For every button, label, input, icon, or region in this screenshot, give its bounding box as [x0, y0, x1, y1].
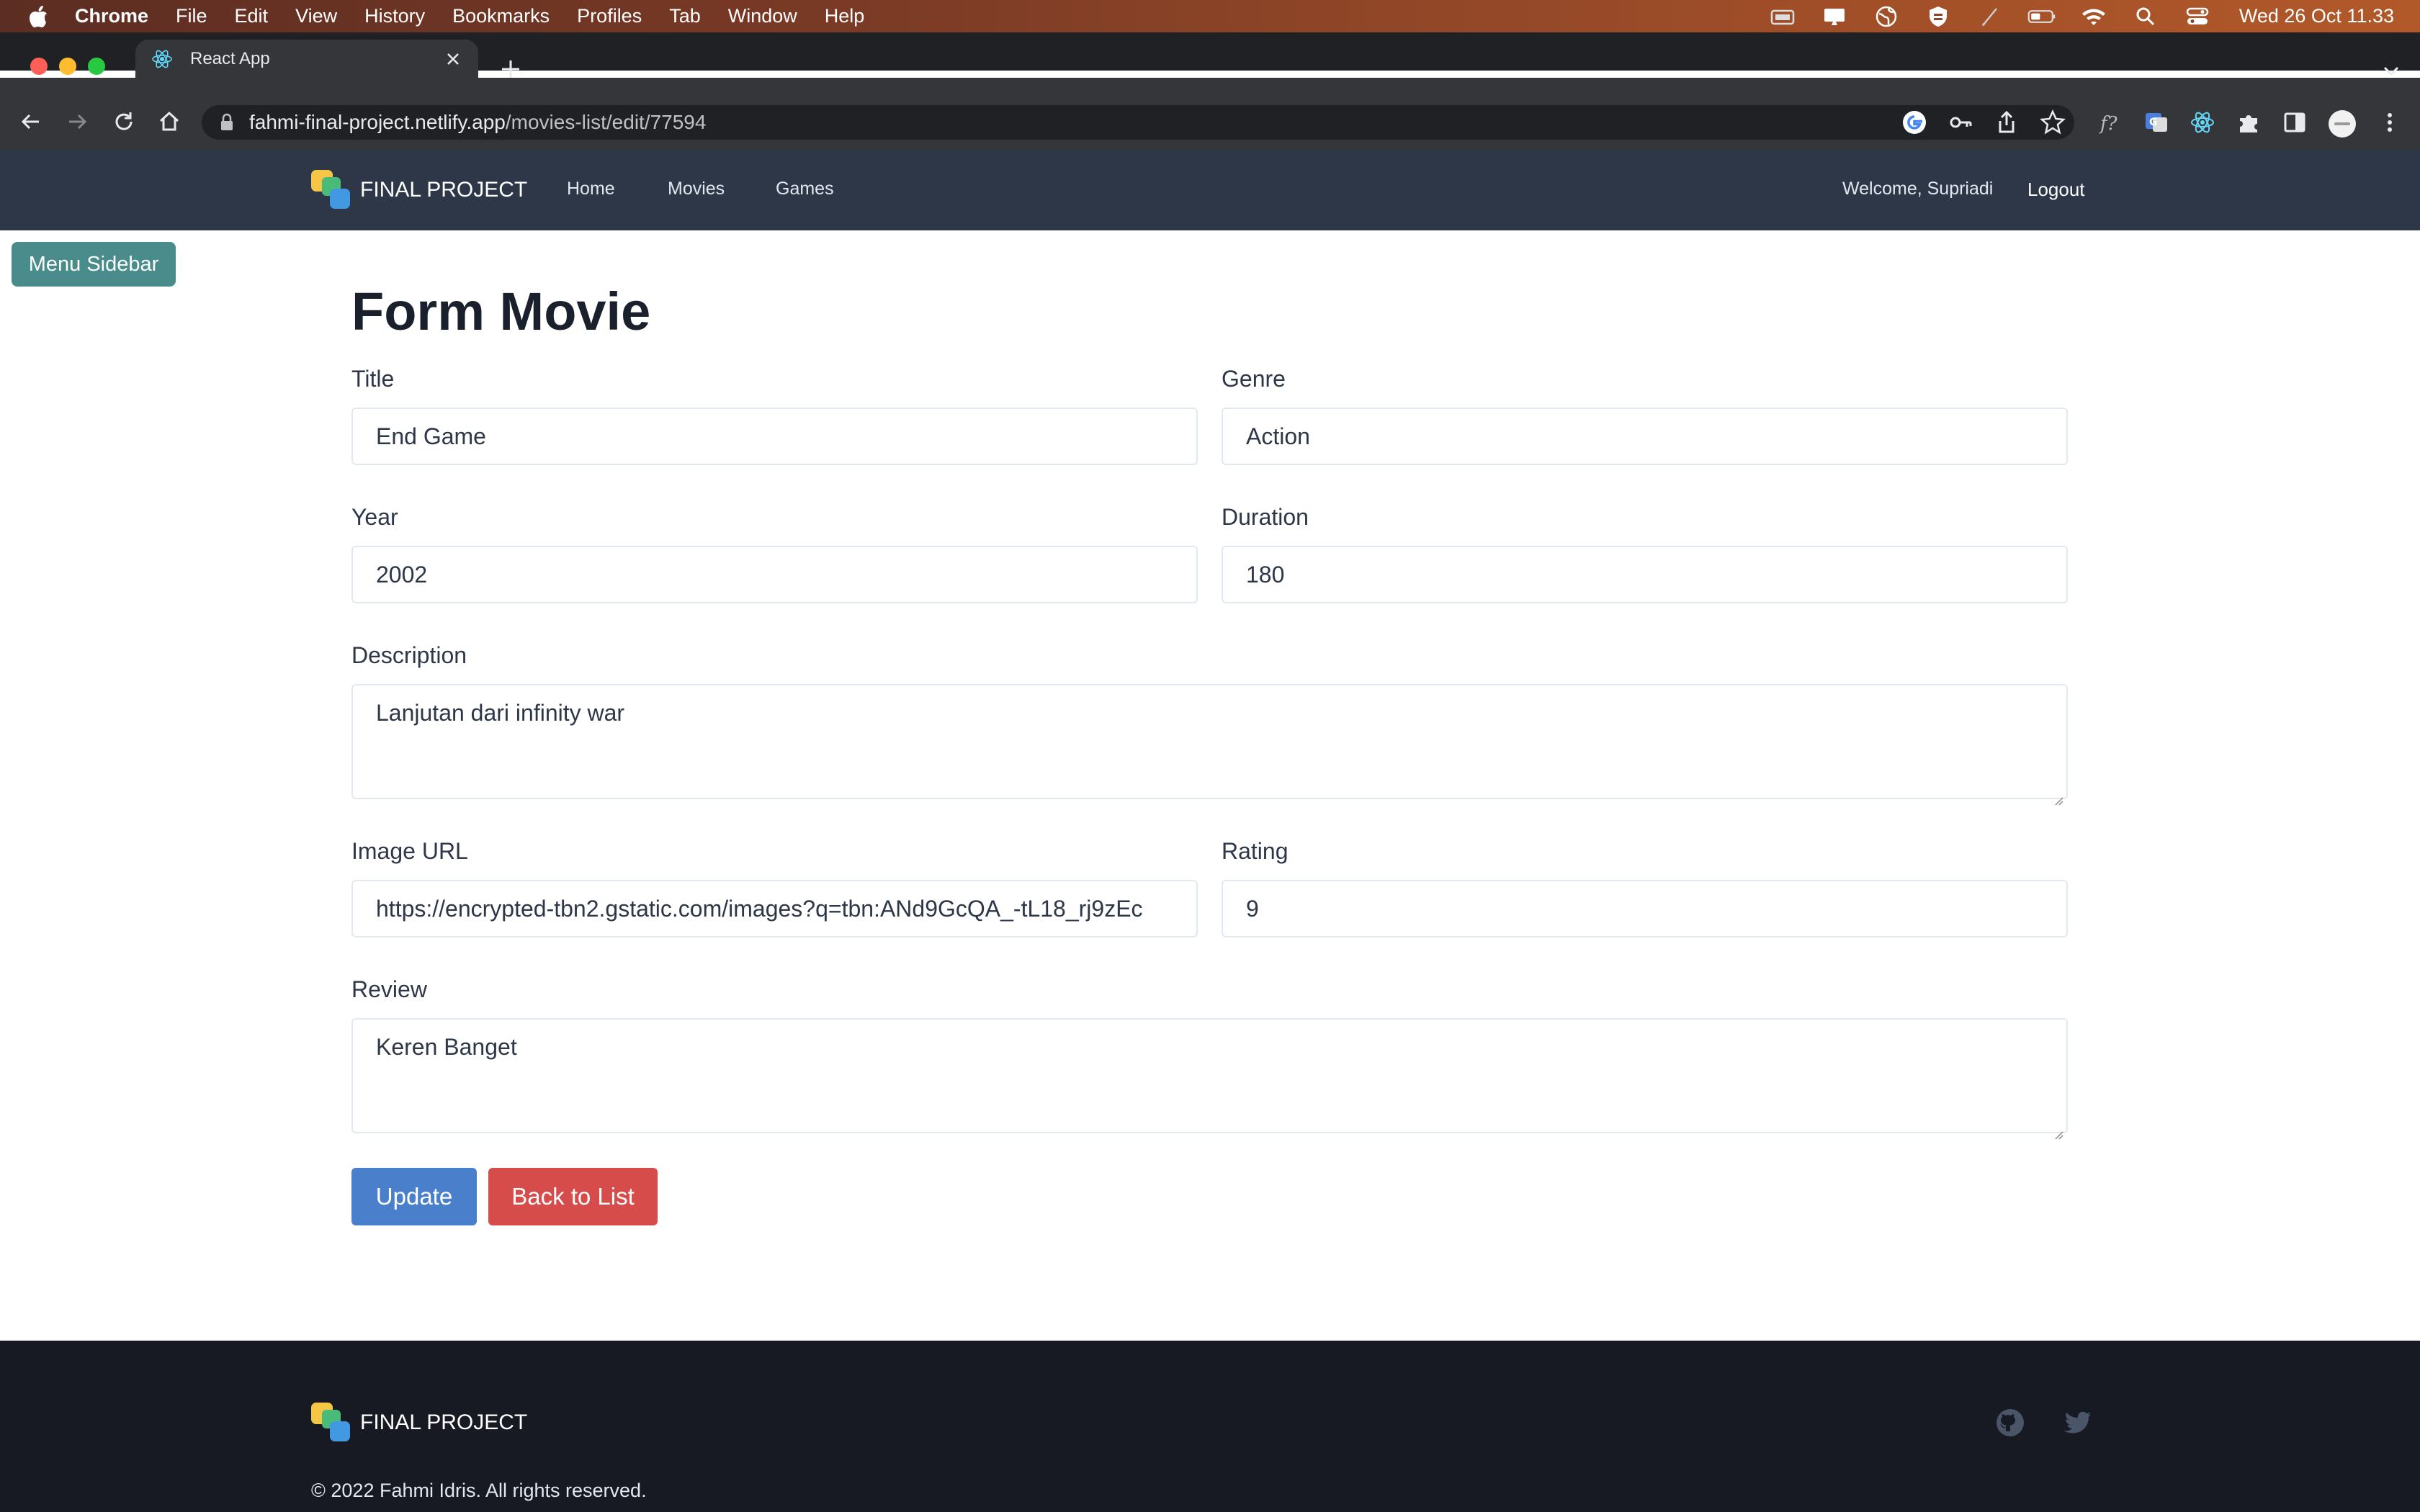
genre-input[interactable]: Action: [1222, 408, 2068, 465]
shield-icon[interactable]: [1924, 5, 1953, 28]
back-to-list-button[interactable]: Back to List: [488, 1168, 658, 1225]
resize-grip-icon[interactable]: [2053, 1119, 2063, 1140]
apple-icon[interactable]: [26, 4, 50, 30]
bookmark-star-icon[interactable]: [2039, 109, 2066, 135]
menu-bookmarks[interactable]: Bookmarks: [452, 5, 550, 27]
year-input[interactable]: 2002: [351, 546, 1198, 603]
window-close-button[interactable]: [30, 58, 48, 75]
rating-input[interactable]: 9: [1222, 880, 2068, 937]
title-input[interactable]: End Game: [351, 408, 1198, 465]
menu-tab[interactable]: Tab: [669, 5, 701, 27]
menu-history[interactable]: History: [364, 5, 425, 27]
tab-close-icon[interactable]: [442, 48, 464, 70]
description-label: Description: [351, 642, 467, 668]
react-favicon-icon: [151, 48, 173, 70]
footer-brand[interactable]: FINAL PROJECT: [310, 1401, 527, 1444]
twitter-icon[interactable]: [2063, 1408, 2093, 1438]
wifi-icon[interactable]: [2079, 5, 2108, 28]
nav-link-home[interactable]: Home: [567, 179, 615, 199]
resize-grip-icon[interactable]: [2053, 785, 2063, 806]
window-zoom-button[interactable]: [88, 58, 105, 75]
share-icon[interactable]: [1994, 109, 2020, 135]
battery-icon[interactable]: [2027, 5, 2056, 28]
profile-avatar-icon[interactable]: [2328, 109, 2356, 138]
brand-text: FINAL PROJECT: [360, 178, 528, 202]
duration-input[interactable]: 180: [1222, 546, 2068, 603]
menu-window[interactable]: Window: [728, 5, 797, 27]
description-textarea[interactable]: Lanjutan dari infinity war: [351, 684, 2068, 806]
copyright-text: © 2022 Fahmi Idris. All rights reserved.: [311, 1480, 647, 1501]
menu-profiles[interactable]: Profiles: [577, 5, 642, 27]
menu-view[interactable]: View: [295, 5, 337, 27]
browser-tab[interactable]: React App: [135, 40, 478, 78]
menu-edit[interactable]: Edit: [235, 5, 269, 27]
genre-label: Genre: [1222, 366, 1286, 392]
menu-sidebar-button[interactable]: Menu Sidebar: [12, 242, 176, 287]
menu-file[interactable]: File: [176, 5, 207, 27]
lock-icon[interactable]: [219, 113, 235, 132]
url-path: /movies-list/edit/77594: [505, 111, 707, 133]
tab-title: React App: [190, 48, 270, 68]
globe-icon[interactable]: [1872, 5, 1901, 28]
window-minimize-button[interactable]: [59, 58, 76, 75]
navbar-brand[interactable]: FINAL PROJECT: [310, 168, 527, 212]
react-devtools-icon[interactable]: [2190, 109, 2215, 135]
brand-logo-icon: [310, 168, 353, 212]
brand-logo-icon: [310, 1401, 353, 1444]
side-panel-icon[interactable]: [2282, 109, 2308, 135]
image-url-input[interactable]: https://encrypted-tbn2.gstatic.com/image…: [351, 880, 1198, 937]
nav-link-games[interactable]: Games: [776, 179, 834, 199]
welcome-text: Welcome, Supriadi: [1842, 179, 1994, 199]
svg-text:f?: f?: [2099, 113, 2118, 135]
logout-link[interactable]: Logout: [2027, 179, 2085, 201]
duration-label: Duration: [1222, 504, 1309, 530]
password-key-icon[interactable]: [1948, 109, 1973, 135]
nav-link-movies[interactable]: Movies: [668, 179, 725, 199]
menu-app-name[interactable]: Chrome: [75, 5, 148, 27]
google-icon[interactable]: [1901, 109, 1927, 135]
forward-arrow-icon[interactable]: [65, 109, 89, 134]
page-title: Form Movie: [351, 282, 651, 341]
address-bar[interactable]: fahmi-final-project.netlify.app/movies-l…: [202, 105, 2074, 140]
macos-menu-bar: Chrome File Edit View History Bookmarks …: [0, 0, 2420, 32]
image-url-label: Image URL: [351, 838, 468, 864]
title-label: Title: [351, 366, 395, 392]
review-text: Keren Banget: [376, 1034, 517, 1060]
spotlight-search-icon[interactable]: [2131, 5, 2160, 28]
footer-brand-text: FINAL PROJECT: [360, 1410, 528, 1434]
review-textarea[interactable]: Keren Banget: [351, 1018, 2068, 1140]
home-icon[interactable]: [157, 109, 182, 134]
back-arrow-icon[interactable]: [19, 109, 43, 134]
extensions-puzzle-icon[interactable]: [2236, 109, 2262, 135]
control-center-icon[interactable]: [2183, 5, 2212, 28]
year-label: Year: [351, 504, 398, 530]
display-icon[interactable]: [1820, 5, 1849, 28]
reload-icon[interactable]: [112, 109, 136, 134]
menu-help[interactable]: Help: [825, 5, 865, 27]
menu-status-area: Wed 26 Oct 11.33: [1745, 0, 2420, 32]
pen-off-icon[interactable]: [1976, 5, 2004, 28]
chrome-menu-icon[interactable]: [2377, 109, 2403, 135]
github-icon[interactable]: [1995, 1408, 2025, 1438]
translate-icon[interactable]: G: [2143, 109, 2169, 135]
svg-text:G: G: [2149, 117, 2158, 128]
ram-monitor-icon[interactable]: [1768, 5, 1797, 28]
update-button[interactable]: Update: [351, 1168, 477, 1225]
description-text: Lanjutan dari infinity war: [376, 700, 625, 726]
fx-extension-icon[interactable]: f?: [2097, 109, 2123, 135]
review-label: Review: [351, 976, 427, 1002]
rating-label: Rating: [1222, 838, 1289, 864]
url-host: fahmi-final-project.netlify.app: [249, 111, 506, 133]
url-text[interactable]: fahmi-final-project.netlify.app/movies-l…: [249, 111, 706, 134]
menu-clock[interactable]: Wed 26 Oct 11.33: [2239, 5, 2394, 27]
